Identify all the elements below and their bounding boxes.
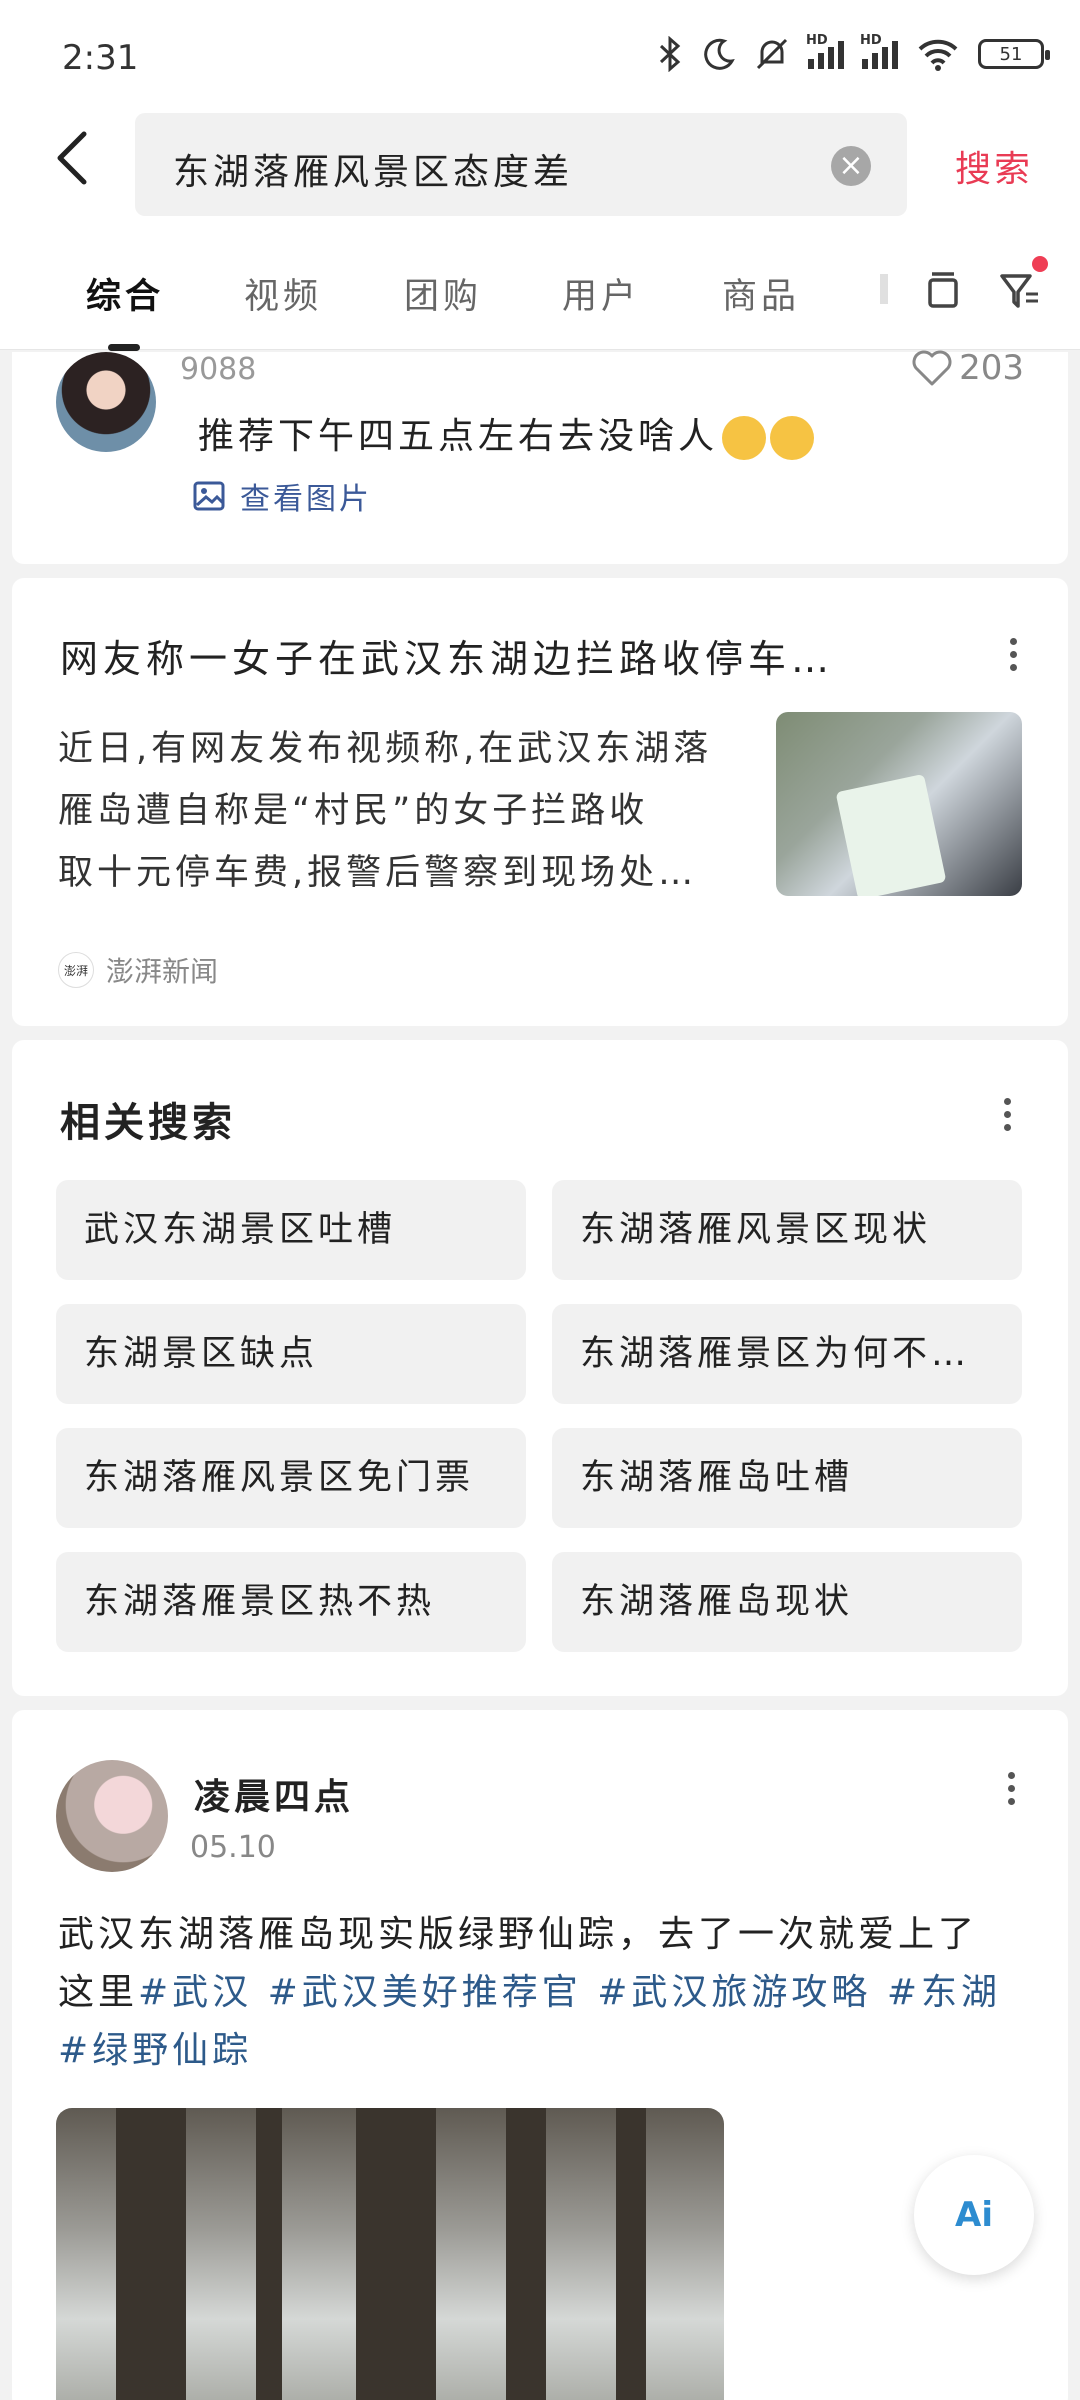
status-time: 2:31	[62, 38, 139, 78]
search-input[interactable]: 东湖落雁风景区态度差 ×	[135, 113, 907, 216]
post-card[interactable]: 凌晨四点 05.10 武汉东湖落雁岛现实版绿野仙踪，去了一次就爱上了 这里#武汉…	[12, 1710, 1068, 2400]
news-thumbnail[interactable]	[776, 712, 1022, 896]
news-title: 网友称一女子在武汉东湖边拦路收停车…	[60, 637, 835, 681]
ai-assistant-button[interactable]: Ai	[914, 2155, 1034, 2275]
bluetooth-icon	[658, 36, 684, 72]
note-text: 推荐下午四五点左右去没啥人	[198, 407, 815, 460]
hashtag-link[interactable]: #武汉旅游攻略	[597, 1972, 871, 2013]
active-tab-indicator	[108, 344, 140, 351]
related-chip[interactable]: 东湖落雁景区为何不…	[552, 1304, 1022, 1404]
more-options-icon[interactable]	[1008, 1772, 1016, 1808]
status-icons: HD HD 51	[658, 33, 1050, 72]
username[interactable]: 凌晨四点	[194, 1768, 354, 1820]
related-chip[interactable]: 东湖落雁景区热不热	[56, 1552, 526, 1652]
hashtag-link[interactable]: #武汉美好推荐官	[268, 1972, 582, 2013]
mute-icon	[754, 36, 790, 72]
news-card[interactable]: 网友称一女子在武汉东湖边拦路收停车… 近日,有网友发布视频称,在武汉东湖落 雁岛…	[12, 578, 1068, 1026]
more-options-icon[interactable]	[1010, 638, 1018, 674]
more-options-icon[interactable]	[1004, 1098, 1012, 1134]
clear-icon[interactable]: ×	[831, 146, 871, 186]
search-query: 东湖落雁风景区态度差	[173, 152, 574, 193]
moon-icon	[702, 37, 736, 71]
news-source: 澎湃 澎湃新闻	[58, 950, 218, 990]
related-title: 相关搜索	[60, 1100, 236, 1146]
related-chip[interactable]: 东湖落雁岛吐槽	[552, 1428, 1022, 1528]
filter-notification-dot	[1032, 256, 1048, 272]
tab-group-buy[interactable]: 团购	[404, 268, 482, 319]
related-chip[interactable]: 东湖落雁岛现状	[552, 1552, 1022, 1652]
ok-hand-emoji-icon	[770, 416, 815, 460]
post-image[interactable]	[56, 2108, 724, 2400]
tab-users[interactable]: 用户	[562, 268, 640, 319]
tab-products[interactable]: 商品	[722, 268, 800, 319]
like-count: 203	[959, 348, 1024, 388]
wifi-icon	[916, 37, 960, 71]
post-date: 05.10	[190, 1830, 276, 1865]
back-button[interactable]	[48, 128, 108, 198]
related-chip[interactable]: 东湖落雁风景区免门票	[56, 1428, 526, 1528]
hashtag-link[interactable]: #东湖	[887, 1972, 1001, 2013]
headphone-emoji-icon	[722, 416, 767, 460]
tab-video[interactable]: 视频	[244, 268, 322, 319]
news-summary: 近日,有网友发布视频称,在武汉东湖落 雁岛遭自称是“村民”的女子拦路收 取十元停…	[58, 729, 713, 893]
layout-toggle-icon[interactable]	[918, 266, 968, 316]
battery-icon: 51	[978, 39, 1050, 69]
note-card[interactable]: 9088 203 推荐下午四五点左右去没啥人 查看图片	[12, 348, 1068, 564]
related-chip[interactable]: 东湖落雁风景区现状	[552, 1180, 1022, 1280]
heart-icon	[912, 350, 952, 386]
search-button[interactable]: 搜索	[955, 140, 1033, 192]
source-logo: 澎湃	[58, 952, 94, 988]
related-searches: 相关搜索 武汉东湖景区吐槽 东湖落雁风景区现状 东湖景区缺点 东湖落雁景区为何不…	[12, 1040, 1068, 1696]
like-button[interactable]: 203	[911, 348, 1024, 388]
avatar[interactable]	[56, 352, 156, 452]
view-images-link[interactable]: 查看图片	[192, 474, 372, 518]
tab-overflow-fade	[880, 274, 888, 304]
hashtag-link[interactable]: #绿野仙踪	[58, 2030, 252, 2071]
related-chip[interactable]: 武汉东湖景区吐槽	[56, 1180, 526, 1280]
hashtag-link[interactable]: #武汉	[138, 1972, 252, 2013]
note-count: 9088	[180, 352, 257, 387]
avatar[interactable]	[56, 1760, 168, 1872]
tab-comprehensive[interactable]: 综合	[86, 268, 164, 319]
tab-bar: 综合 视频 团购 用户 商品	[0, 258, 1080, 351]
image-icon	[193, 481, 225, 511]
related-chip[interactable]: 东湖景区缺点	[56, 1304, 526, 1404]
signal-icon: HD	[860, 33, 898, 69]
signal-icon: HD	[806, 33, 844, 69]
filter-icon[interactable]	[996, 266, 1046, 316]
post-text: 武汉东湖落雁岛现实版绿野仙踪，去了一次就爱上了 这里#武汉 #武汉美好推荐官 #…	[58, 1914, 1002, 2071]
